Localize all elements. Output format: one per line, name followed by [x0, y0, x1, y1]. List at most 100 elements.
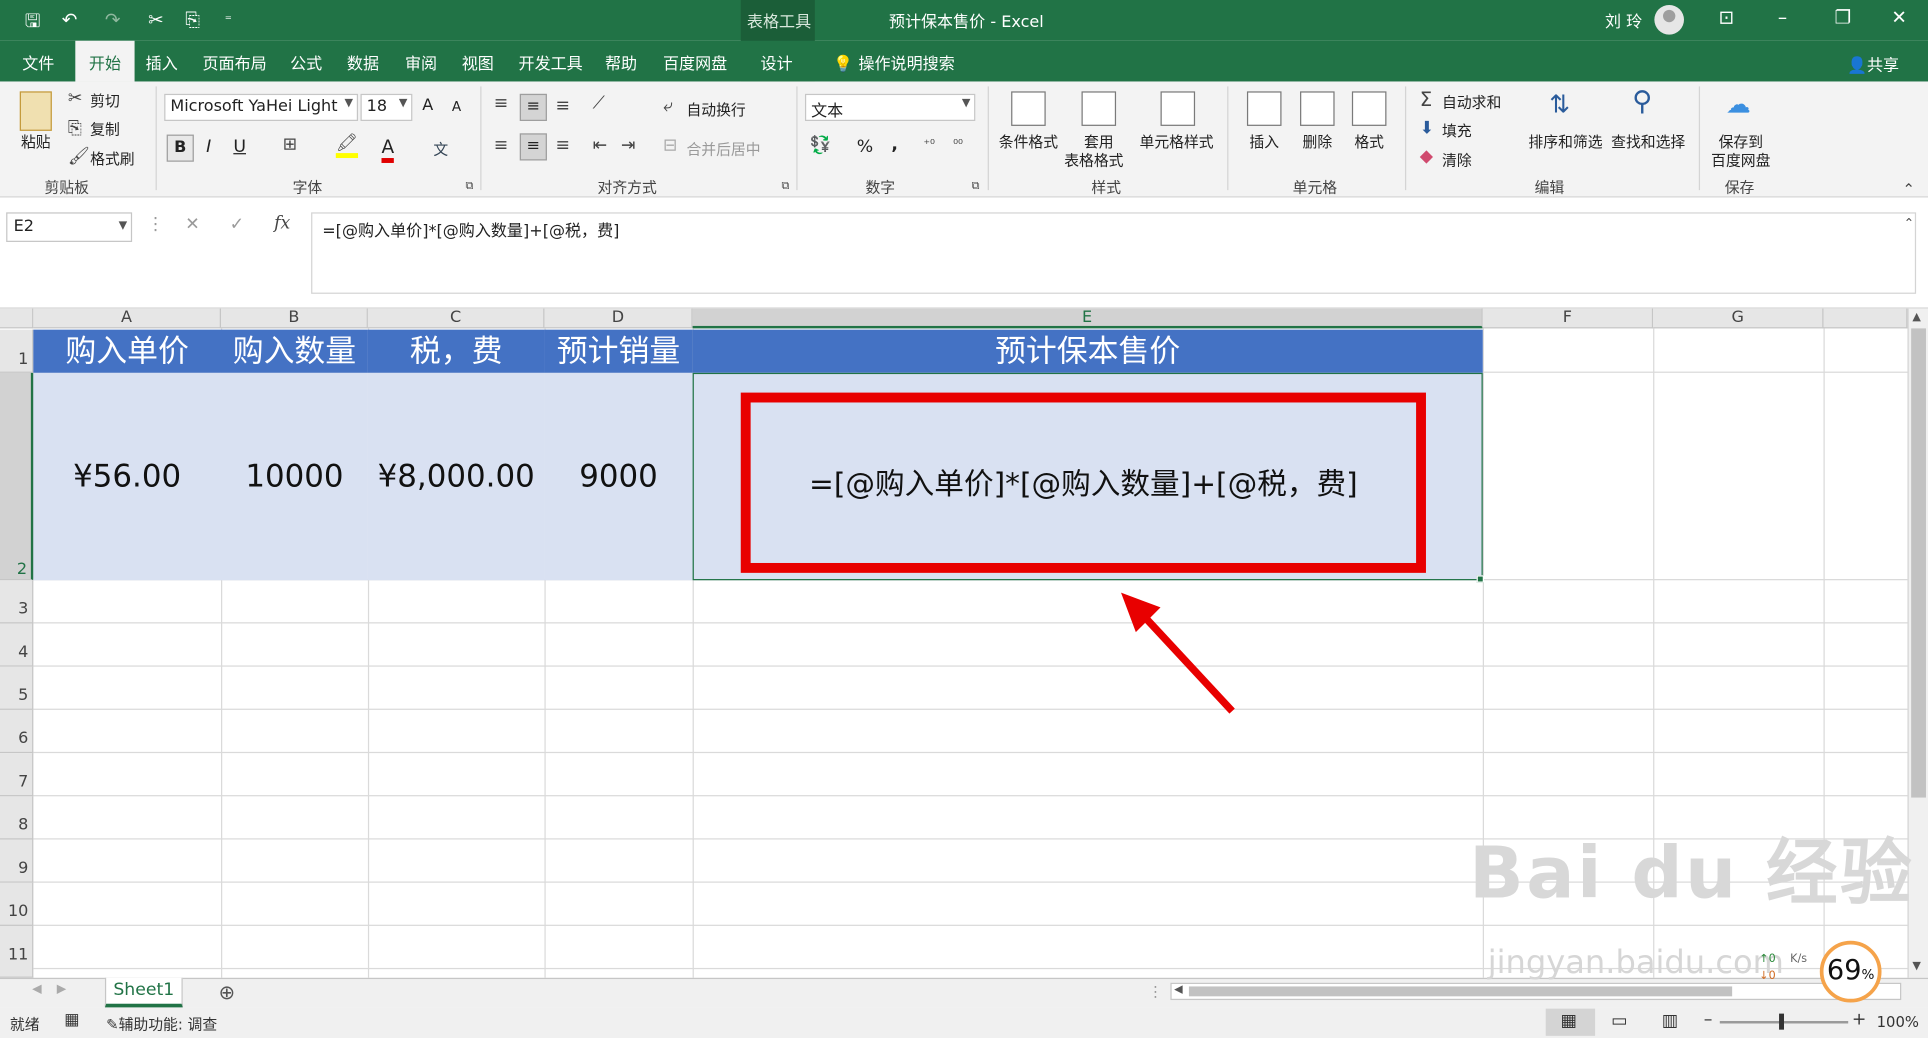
- row-header[interactable]: 11: [0, 925, 34, 978]
- sheet-tab-sheet1[interactable]: Sheet1: [104, 977, 183, 1008]
- tab-help[interactable]: 帮助: [605, 51, 637, 75]
- zoom-out-icon[interactable]: –: [1704, 1010, 1713, 1030]
- percent-button[interactable]: %: [857, 137, 873, 157]
- user-name[interactable]: 刘 玲: [1605, 9, 1642, 33]
- zoom-in-icon[interactable]: +: [1852, 1010, 1866, 1030]
- wrap-text-button[interactable]: 自动换行: [686, 99, 745, 120]
- italic-button[interactable]: I: [206, 137, 211, 157]
- prev-sheet-icon[interactable]: ◀: [32, 983, 42, 997]
- currency-icon[interactable]: 💱: [810, 136, 832, 156]
- column-header-f[interactable]: F: [1482, 308, 1654, 329]
- redo-icon[interactable]: ↷: [105, 9, 121, 31]
- column-header-e[interactable]: E: [692, 308, 1483, 329]
- row-header[interactable]: 10: [0, 882, 34, 926]
- comma-button[interactable]: ,: [891, 135, 898, 155]
- cancel-icon[interactable]: ✕: [185, 215, 199, 235]
- row-header[interactable]: 5: [0, 666, 34, 710]
- macro-record-icon[interactable]: ▦: [64, 1011, 79, 1030]
- align-center-icon[interactable]: ≡: [519, 133, 547, 161]
- align-top-icon[interactable]: ≡: [494, 94, 508, 114]
- tab-review[interactable]: 审阅: [405, 51, 437, 75]
- cell-b2[interactable]: 10000: [220, 372, 368, 581]
- align-right-icon[interactable]: ≡: [556, 136, 570, 156]
- cell-e1[interactable]: 预计保本售价: [692, 329, 1483, 373]
- row-header[interactable]: 2: [0, 372, 34, 581]
- qa-customize-icon[interactable]: ⁼: [225, 12, 232, 28]
- performance-widget[interactable]: 69%: [1819, 940, 1882, 1003]
- function-icon[interactable]: fx: [274, 214, 290, 234]
- column-header-c[interactable]: C: [367, 308, 545, 329]
- cut-button[interactable]: 剪切: [90, 90, 120, 111]
- tab-data[interactable]: 数据: [347, 51, 379, 75]
- fill-color-icon[interactable]: 🖍: [335, 133, 358, 159]
- dialog-launcher-icon[interactable]: ⧉: [972, 180, 980, 192]
- insert-cells-button[interactable]: 插入: [1249, 131, 1279, 152]
- row-header[interactable]: 9: [0, 839, 34, 883]
- cell-d1[interactable]: 预计销量: [544, 329, 693, 373]
- next-sheet-icon[interactable]: ▶: [57, 983, 67, 997]
- row-header[interactable]: 7: [0, 753, 34, 797]
- row-header[interactable]: 1: [0, 329, 34, 373]
- tab-formulas[interactable]: 公式: [290, 51, 322, 75]
- find-select-button[interactable]: 查找和选择: [1611, 131, 1685, 152]
- paste-button[interactable]: 粘贴: [21, 131, 51, 152]
- zoom-thumb[interactable]: [1779, 1013, 1784, 1030]
- merge-center-button[interactable]: 合并后居中: [686, 138, 760, 159]
- tab-file[interactable]: 文件: [22, 51, 54, 75]
- cell-b1[interactable]: 购入数量: [220, 329, 368, 373]
- collapse-formula-icon[interactable]: ⌃: [1904, 217, 1914, 231]
- increase-indent-icon[interactable]: ⇥: [621, 136, 635, 156]
- row-header[interactable]: 8: [0, 796, 34, 840]
- orientation-icon[interactable]: ⟋: [593, 94, 605, 114]
- add-sheet-icon[interactable]: ⊕: [219, 980, 236, 1003]
- row-header[interactable]: 6: [0, 709, 34, 754]
- save-icon[interactable]: 🖫: [25, 9, 41, 40]
- copy-button[interactable]: 复制: [90, 119, 120, 140]
- ribbon-display-icon[interactable]: ⊡: [1719, 6, 1735, 28]
- format-cells-button[interactable]: 格式: [1354, 131, 1384, 152]
- cell-d2[interactable]: 9000: [544, 372, 693, 581]
- split-handle-icon[interactable]: ⋮: [1148, 983, 1163, 1000]
- format-painter-button[interactable]: 格式刷: [90, 148, 134, 169]
- column-header-g[interactable]: G: [1653, 308, 1824, 329]
- cell-c1[interactable]: 税，费: [367, 329, 545, 373]
- fill-handle[interactable]: [1476, 575, 1484, 583]
- tell-me-search[interactable]: 💡 操作说明搜索: [833, 51, 954, 75]
- tab-design[interactable]: 设计: [761, 51, 793, 75]
- tab-page-layout[interactable]: 页面布局: [202, 51, 266, 75]
- tab-developer[interactable]: 开发工具: [519, 51, 583, 75]
- font-size-select[interactable]: 18 ▼: [360, 93, 413, 121]
- page-layout-view-icon[interactable]: ▭: [1611, 1011, 1627, 1031]
- column-header-a[interactable]: A: [33, 308, 221, 329]
- scroll-down-icon[interactable]: ▼: [1912, 961, 1921, 973]
- cell-a1[interactable]: 购入单价: [33, 329, 221, 373]
- number-format-select[interactable]: 文本 ▼: [804, 93, 976, 121]
- scissors-icon[interactable]: ✂: [148, 9, 164, 31]
- bold-button[interactable]: B: [166, 134, 194, 162]
- underline-button[interactable]: U: [233, 137, 246, 157]
- delete-cells-button[interactable]: 删除: [1303, 131, 1333, 152]
- dialog-launcher-icon[interactable]: ⧉: [465, 180, 473, 192]
- decrease-decimal-icon[interactable]: ⁰⁰: [953, 138, 963, 152]
- formula-input[interactable]: =[@购入单价]*[@购入数量]+[@税，费]: [311, 212, 1917, 294]
- tab-view[interactable]: 视图: [462, 51, 494, 75]
- font-color-button[interactable]: A: [381, 136, 395, 163]
- enter-icon[interactable]: ✓: [230, 215, 244, 235]
- clear-button[interactable]: 清除: [1442, 149, 1472, 170]
- tab-home[interactable]: 开始: [75, 40, 135, 82]
- increase-decimal-icon[interactable]: ⁺⁰: [923, 138, 934, 152]
- shrink-font-button[interactable]: A: [452, 99, 461, 115]
- conditional-format-button[interactable]: 条件格式: [999, 131, 1058, 152]
- share-button[interactable]: 👤共享: [1847, 52, 1899, 76]
- dialog-launcher-icon[interactable]: ⧉: [782, 180, 790, 192]
- align-middle-icon[interactable]: ≡: [519, 93, 547, 121]
- avatar[interactable]: [1654, 4, 1684, 35]
- restore-icon[interactable]: ❐: [1835, 6, 1852, 28]
- tab-baidu-netdisk[interactable]: 百度网盘: [663, 51, 727, 75]
- collapse-ribbon-icon[interactable]: ⌃: [1903, 180, 1915, 197]
- grow-font-button[interactable]: A: [422, 96, 433, 115]
- cell-styles-button[interactable]: 单元格样式: [1140, 131, 1214, 152]
- scroll-left-icon[interactable]: ◀: [1174, 984, 1183, 996]
- tab-insert[interactable]: 插入: [146, 51, 178, 75]
- cell-c2[interactable]: ¥8,000.00: [367, 372, 545, 581]
